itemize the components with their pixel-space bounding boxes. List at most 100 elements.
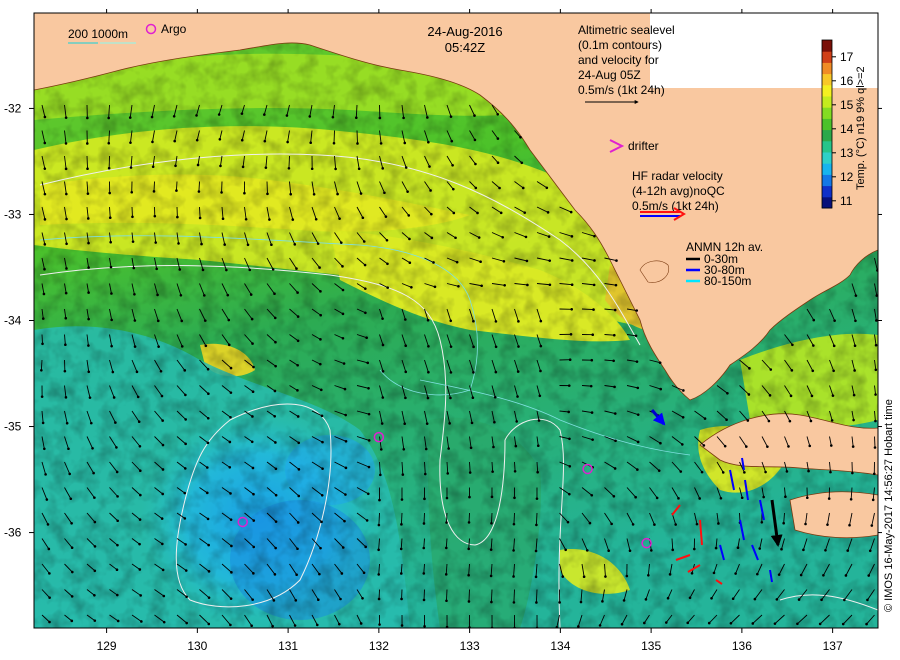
velocity-arrow-head [399, 547, 403, 551]
velocity-arrow-head [356, 142, 359, 145]
velocity-arrow-head [429, 189, 432, 192]
velocity-arrow-head [423, 497, 426, 501]
velocity-arrow-head [568, 437, 571, 441]
velocity-arrow-head [726, 391, 729, 395]
velocity-arrow-head [547, 235, 551, 238]
velocity-arrow-head [591, 438, 594, 441]
colorbar-tick-label: 17 [840, 50, 854, 64]
velocity-arrow-head [380, 422, 384, 425]
velocity-arrow-head [184, 442, 187, 446]
sst-map-figure: 129 130 131 132 133 134 135 136 137 -32 -33 -34 -35… [4, 9, 895, 653]
velocity-arrow-head [183, 517, 187, 520]
velocity-arrow-head [65, 217, 68, 221]
velocity-arrow [198, 181, 200, 192]
velocity-arrow-head [536, 470, 539, 474]
velocity-arrow-head [614, 283, 618, 287]
colorbar-segment [822, 96, 832, 108]
velocity-arrow-head [268, 218, 271, 221]
velocity-arrow-head [133, 292, 136, 296]
velocity-arrow-head [150, 115, 154, 119]
velocity-arrow-head [43, 141, 47, 145]
velocity-arrow-head [493, 420, 496, 424]
velocity-arrow-head [183, 467, 187, 470]
velocity-arrow-head [476, 211, 479, 215]
velocity-arrow-head [315, 623, 319, 627]
velocity-arrow-head [161, 468, 165, 471]
velocity-arrow-head [746, 419, 750, 422]
velocity-arrow-head [138, 542, 141, 546]
velocity-arrow-head [251, 598, 254, 601]
velocity-arrow-head [159, 369, 163, 373]
velocity-arrow-head [607, 549, 610, 553]
velocity-arrow-head [449, 115, 453, 118]
velocity-arrow-head [161, 419, 164, 422]
velocity-arrow-head [64, 291, 68, 295]
velocity-arrow-head [593, 259, 596, 262]
velocity-arrow-head [564, 548, 567, 552]
altimetry-line-2: (0.1m contours) [578, 38, 662, 52]
velocity-arrow-head [824, 548, 827, 552]
velocity-arrow [288, 155, 290, 169]
velocity-arrow-head [228, 466, 232, 469]
velocity-arrow-head [614, 439, 617, 443]
velocity-arrow-head [240, 138, 244, 142]
velocity-arrow-head [64, 316, 68, 320]
velocity-arrow-head [378, 498, 381, 502]
credit-label: © IMOS 16-May-2017 14:56:27 Hobart time [883, 399, 895, 612]
velocity-arrow [446, 589, 448, 601]
velocity-arrow-head [359, 622, 363, 625]
lon-tick-label: 133 [460, 639, 480, 653]
velocity-arrow-head [160, 517, 164, 520]
velocity-arrow-head [385, 238, 389, 242]
velocity-arrow-head [295, 573, 298, 577]
velocity-arrow-head [151, 140, 154, 144]
velocity-arrow-head [86, 116, 89, 120]
velocity-arrow-head [364, 545, 367, 549]
velocity-arrow-head [383, 191, 386, 195]
velocity-arrow-head [155, 267, 158, 271]
velocity-arrow-head [251, 390, 255, 393]
velocity-arrow-head [535, 601, 538, 604]
argo-legend-label: Argo [161, 22, 187, 36]
velocity-arrow-head [64, 343, 67, 347]
velocity-arrow-head [205, 491, 209, 495]
velocity-arrow-head [367, 412, 371, 416]
velocity-arrow [514, 461, 516, 472]
velocity-arrow-head [206, 517, 210, 521]
velocity-arrow [491, 512, 493, 524]
velocity-arrow-head [831, 394, 835, 397]
velocity-arrow-head [445, 599, 448, 603]
velocity-arrow-head [570, 235, 574, 238]
velocity-arrow-head [423, 472, 427, 476]
velocity-arrow-head [743, 471, 746, 474]
velocity-arrow-head [657, 469, 661, 472]
velocity-arrow-head [151, 165, 155, 168]
velocity-arrow [513, 589, 515, 603]
velocity-arrow-head [871, 498, 875, 502]
velocity-arrow-head [319, 388, 323, 392]
velocity-arrow-head [162, 620, 166, 624]
velocity-arrow-head [688, 596, 692, 600]
velocity-arrow-head [110, 344, 113, 348]
velocity-arrow-head [321, 440, 324, 444]
velocity-arrow-head [408, 237, 411, 241]
lon-tick-label: 132 [369, 639, 389, 653]
velocity-arrow-head [264, 166, 268, 169]
velocity-arrow-head [422, 546, 426, 550]
velocity-arrow-head [513, 496, 516, 500]
velocity-arrow-head [766, 445, 769, 448]
velocity-arrow-head [843, 598, 846, 602]
velocity-arrow-head [400, 523, 403, 526]
velocity-arrow-head [93, 569, 97, 573]
velocity-arrow-head [848, 523, 851, 527]
velocity-arrow-head [775, 598, 779, 601]
velocity-arrow-head [250, 624, 253, 627]
velocity-arrow-head [128, 116, 132, 119]
velocity-arrow-head [514, 444, 518, 448]
velocity-arrow-head [452, 211, 456, 215]
velocity-arrow-head [64, 396, 68, 399]
velocity-arrow-head [868, 549, 872, 553]
velocity-arrow-head [515, 420, 519, 423]
colorbar-segment [822, 84, 832, 97]
velocity-arrow-head [331, 115, 335, 119]
